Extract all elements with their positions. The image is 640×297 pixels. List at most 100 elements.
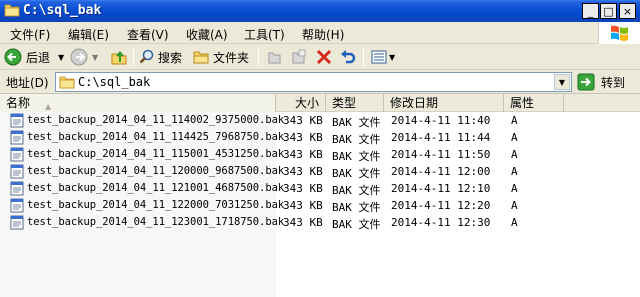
title-bar[interactable]: C:\sql_bak _ □ × bbox=[0, 0, 640, 22]
menu-tools[interactable]: 工具(T) bbox=[244, 26, 285, 43]
copy-to-icon bbox=[292, 49, 306, 64]
file-size: 343 KB bbox=[283, 182, 323, 195]
file-row[interactable]: test_backup_2014_04_11_121001_4687500.ba… bbox=[0, 180, 640, 197]
file-size: 343 KB bbox=[283, 148, 323, 161]
toolbar: 后退 ▼ ▼ 搜索 文件夹 ▼ bbox=[0, 44, 640, 70]
file-size: 343 KB bbox=[283, 131, 323, 144]
file-name: test_backup_2014_04_11_122000_7031250.ba… bbox=[27, 199, 285, 211]
bak-file-icon bbox=[10, 198, 24, 213]
file-rows: test_backup_2014_04_11_114002_9375000.ba… bbox=[0, 112, 640, 231]
go-label: 转到 bbox=[601, 75, 626, 90]
file-modified: 2014-4-11 12:20 bbox=[391, 199, 491, 212]
list-header: 名称 ▲ 大小 类型 修改日期 属性 bbox=[0, 94, 640, 112]
menu-view[interactable]: 查看(V) bbox=[127, 26, 169, 43]
address-label: 地址(D) bbox=[6, 76, 49, 90]
address-input[interactable]: C:\sql_bak ▼ bbox=[55, 72, 572, 92]
close-button[interactable]: × bbox=[619, 3, 636, 19]
menu-bar: 文件(F) 编辑(E) 查看(V) 收藏(A) 工具(T) 帮助(H) bbox=[0, 22, 640, 44]
file-size: 343 KB bbox=[283, 199, 323, 212]
minimize-button[interactable]: _ bbox=[582, 3, 599, 19]
move-to-button[interactable] bbox=[266, 47, 284, 67]
file-type: BAK 文件 bbox=[332, 133, 381, 146]
file-modified: 2014-4-11 12:10 bbox=[391, 182, 491, 195]
search-label: 搜索 bbox=[158, 50, 183, 65]
delete-button[interactable] bbox=[315, 47, 333, 67]
file-name: test_backup_2014_04_11_115001_4531250.ba… bbox=[27, 148, 285, 160]
maximize-button[interactable]: □ bbox=[600, 3, 617, 19]
forward-arrow-icon bbox=[70, 48, 88, 66]
file-row[interactable]: test_backup_2014_04_11_114425_7968750.ba… bbox=[0, 129, 640, 146]
file-row[interactable]: test_backup_2014_04_11_122000_7031250.ba… bbox=[0, 197, 640, 214]
file-type: BAK 文件 bbox=[332, 150, 381, 163]
folder-icon bbox=[59, 76, 75, 89]
back-dropdown-icon[interactable]: ▼ bbox=[58, 53, 64, 62]
file-name: test_backup_2014_04_11_120000_9687500.ba… bbox=[27, 165, 285, 177]
bak-file-icon bbox=[10, 130, 24, 145]
file-attributes: A bbox=[511, 131, 518, 144]
forward-dropdown-icon[interactable]: ▼ bbox=[92, 53, 98, 62]
folder-icon bbox=[4, 4, 20, 17]
file-attributes: A bbox=[511, 114, 518, 127]
menu-edit[interactable]: 编辑(E) bbox=[68, 26, 109, 43]
views-dropdown-icon: ▼ bbox=[389, 52, 396, 62]
column-header-name[interactable]: 名称 ▲ bbox=[0, 94, 276, 112]
search-button[interactable]: 搜索 bbox=[138, 47, 182, 67]
file-name: test_backup_2014_04_11_114002_9375000.ba… bbox=[27, 114, 285, 126]
file-row[interactable]: test_backup_2014_04_11_123001_1718750.ba… bbox=[0, 214, 640, 231]
windows-logo bbox=[598, 22, 640, 44]
bak-file-icon bbox=[10, 181, 24, 196]
undo-button[interactable] bbox=[339, 47, 357, 67]
file-type: BAK 文件 bbox=[332, 184, 381, 197]
file-attributes: A bbox=[511, 165, 518, 178]
file-attributes: A bbox=[511, 182, 518, 195]
menu-file[interactable]: 文件(F) bbox=[10, 26, 50, 43]
file-type: BAK 文件 bbox=[332, 218, 381, 231]
file-attributes: A bbox=[511, 216, 518, 229]
file-attributes: A bbox=[511, 148, 518, 161]
folders-label: 文件夹 bbox=[213, 50, 250, 65]
back-button[interactable]: 后退 ▼ bbox=[4, 47, 64, 67]
views-button[interactable]: ▼ bbox=[370, 47, 395, 67]
file-modified: 2014-4-11 11:40 bbox=[391, 114, 491, 127]
go-arrow-icon bbox=[577, 73, 595, 91]
file-modified: 2014-4-11 12:00 bbox=[391, 165, 491, 178]
file-size: 343 KB bbox=[283, 114, 323, 127]
views-icon bbox=[371, 50, 387, 64]
file-size: 343 KB bbox=[283, 165, 323, 178]
file-name: test_backup_2014_04_11_121001_4687500.ba… bbox=[27, 182, 285, 194]
file-modified: 2014-4-11 11:44 bbox=[391, 131, 491, 144]
undo-icon bbox=[341, 50, 356, 64]
column-header-size[interactable]: 大小 bbox=[276, 94, 326, 112]
column-header-attributes[interactable]: 属性 bbox=[504, 94, 564, 112]
move-to-icon bbox=[268, 52, 281, 64]
windows-flag-icon bbox=[611, 25, 628, 41]
go-button[interactable]: 转到 bbox=[577, 72, 625, 92]
copy-to-button[interactable] bbox=[290, 47, 308, 67]
menu-favorites[interactable]: 收藏(A) bbox=[186, 26, 228, 43]
forward-button[interactable]: ▼ bbox=[70, 47, 98, 67]
up-folder-button[interactable] bbox=[110, 47, 128, 67]
file-row[interactable]: test_backup_2014_04_11_120000_9687500.ba… bbox=[0, 163, 640, 180]
bak-file-icon bbox=[10, 113, 24, 128]
file-modified: 2014-4-11 12:30 bbox=[391, 216, 491, 229]
file-attributes: A bbox=[511, 199, 518, 212]
window-title: C:\sql_bak bbox=[23, 3, 102, 18]
menu-help[interactable]: 帮助(H) bbox=[302, 26, 344, 43]
address-bar: 地址(D) C:\sql_bak ▼ 转到 bbox=[0, 70, 640, 94]
up-folder-icon bbox=[111, 50, 127, 65]
file-list[interactable]: 名称 ▲ 大小 类型 修改日期 属性 test_backup_2014_04_1… bbox=[0, 94, 640, 297]
address-dropdown-icon[interactable]: ▼ bbox=[554, 74, 570, 90]
column-header-type[interactable]: 类型 bbox=[326, 94, 384, 112]
search-icon bbox=[139, 49, 154, 64]
file-name: test_backup_2014_04_11_114425_7968750.ba… bbox=[27, 131, 285, 143]
back-label: 后退 bbox=[26, 50, 51, 65]
file-row[interactable]: test_backup_2014_04_11_114002_9375000.ba… bbox=[0, 112, 640, 129]
file-name: test_backup_2014_04_11_123001_1718750.ba… bbox=[27, 216, 285, 228]
folders-button[interactable]: 文件夹 bbox=[192, 47, 249, 67]
file-type: BAK 文件 bbox=[332, 201, 381, 214]
file-row[interactable]: test_backup_2014_04_11_115001_4531250.ba… bbox=[0, 146, 640, 163]
back-arrow-icon bbox=[4, 48, 22, 66]
file-type: BAK 文件 bbox=[332, 116, 381, 129]
column-header-modified[interactable]: 修改日期 bbox=[384, 94, 504, 112]
bak-file-icon bbox=[10, 164, 24, 179]
